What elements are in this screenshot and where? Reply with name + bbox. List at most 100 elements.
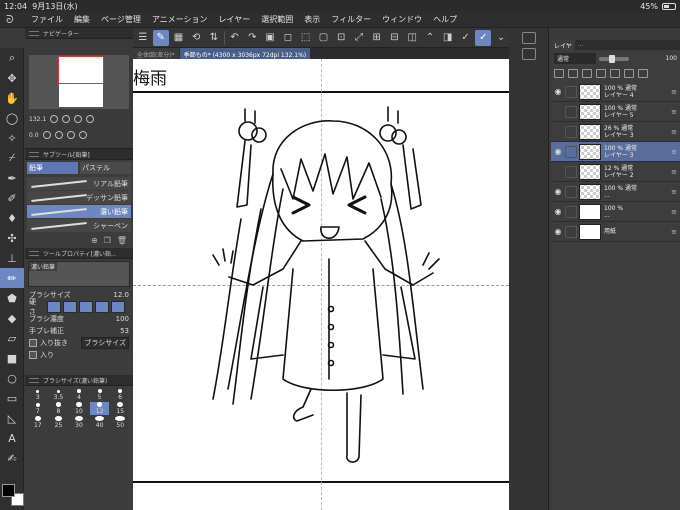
grip-icon[interactable]: [29, 377, 39, 383]
menu-window[interactable]: ウィンドウ: [382, 14, 422, 25]
snap-icon[interactable]: ⊟: [387, 30, 403, 46]
layer-row[interactable]: 26 % 通常 レイヤー 3 ≡: [551, 122, 680, 142]
layer-row[interactable]: 100 % 通常 レイヤー 5 ≡: [551, 102, 680, 122]
layer-row[interactable]: ◉ 用紙 ≡: [551, 222, 680, 242]
layer-menu-icon[interactable]: ≡: [671, 128, 677, 136]
transform-tool-icon[interactable]: ✣: [0, 228, 24, 248]
app-logo-icon[interactable]: ᘐ: [6, 13, 20, 26]
stabilization-value[interactable]: 53: [120, 327, 129, 335]
brush-size-preset[interactable]: 6: [110, 388, 130, 401]
layer-lock-toggle[interactable]: [565, 125, 577, 138]
eyedropper-icon[interactable]: ⌿: [0, 148, 24, 168]
menu-view[interactable]: 表示: [304, 14, 320, 25]
menu-edit[interactable]: 編集: [74, 14, 90, 25]
layer-lock-toggle[interactable]: [565, 145, 577, 158]
document-tab-overview[interactable]: 全体図(差分)*: [133, 48, 179, 59]
brush-size-preset[interactable]: 7: [28, 402, 48, 415]
grip-icon[interactable]: [29, 30, 39, 36]
subtool-real-pencil[interactable]: リアル鉛筆: [27, 177, 131, 190]
ruler-icon[interactable]: ◫: [404, 30, 420, 46]
layer-menu-icon[interactable]: ≡: [671, 208, 677, 216]
eye-icon[interactable]: ◉: [551, 87, 565, 96]
opacity-value[interactable]: 100: [666, 55, 677, 62]
panel-toggle-icon[interactable]: [521, 32, 536, 44]
eraser-icon[interactable]: ▱: [0, 328, 24, 348]
eye-icon[interactable]: ◉: [551, 187, 565, 196]
grip-icon[interactable]: [29, 151, 39, 157]
layer-menu-icon[interactable]: ≡: [671, 148, 677, 156]
layer-lock-toggle[interactable]: [565, 165, 577, 178]
hand-icon[interactable]: ✋: [0, 88, 24, 108]
rotate-left-icon[interactable]: [42, 131, 51, 139]
check-icon[interactable]: ✓: [458, 30, 474, 46]
density-value[interactable]: 100: [116, 315, 129, 323]
hardness-row[interactable]: 硬さ: [25, 298, 133, 316]
taper-select[interactable]: ブラシサイズ: [81, 337, 129, 349]
text-icon[interactable]: A: [0, 428, 24, 448]
save-icon[interactable]: ▣: [262, 30, 278, 46]
scale-icon[interactable]: ⤢: [351, 30, 367, 46]
brush-size-preset[interactable]: 15: [110, 402, 130, 415]
undo-icon[interactable]: ↶: [227, 30, 243, 46]
brush-size-preset[interactable]: 10: [69, 402, 89, 415]
balloon-icon[interactable]: ✍: [0, 448, 24, 468]
canvas-area[interactable]: 全体図(差分)* 季節もの* (4300 x 3036px 72dpi 132.…: [133, 48, 509, 510]
pencil-icon[interactable]: ✏: [0, 268, 24, 288]
brush-size-preset[interactable]: 5: [90, 388, 110, 401]
layer-menu-icon[interactable]: ≡: [671, 88, 677, 96]
hamburger-icon[interactable]: ☰: [135, 30, 151, 46]
layer-lock-toggle[interactable]: [565, 85, 577, 98]
menu-file[interactable]: ファイル: [31, 14, 63, 25]
layer-menu-icon[interactable]: ≡: [671, 168, 677, 176]
fill-icon[interactable]: ⬟: [0, 288, 24, 308]
clear-icon[interactable]: ◻: [280, 30, 296, 46]
subtool-sketch-pencil[interactable]: デッサン鉛筆: [27, 191, 131, 204]
chevron-icon[interactable]: ⌃: [422, 30, 438, 46]
taper-in-checkbox[interactable]: [29, 351, 37, 359]
invert-selection-icon[interactable]: ▢: [316, 30, 332, 46]
new-layer-icon[interactable]: [596, 69, 606, 78]
subtool-tab-pencil[interactable]: 鉛筆: [27, 162, 78, 174]
clip-icon[interactable]: [554, 69, 564, 78]
tool-property-header[interactable]: ツールプロパティ[濃い鉛...: [25, 248, 133, 259]
brush-size-preset[interactable]: 30: [69, 416, 89, 429]
folder-icon[interactable]: [610, 69, 620, 78]
add-subtool-icon[interactable]: ⊕: [91, 236, 98, 245]
zoom-in-icon[interactable]: [62, 115, 71, 123]
menu-selection[interactable]: 選択範囲: [261, 14, 293, 25]
navigator-header[interactable]: ナビゲーター: [25, 28, 133, 39]
hardness-levels[interactable]: [43, 300, 129, 314]
rotate-right-icon[interactable]: [54, 131, 63, 139]
move-icon[interactable]: ✥: [0, 68, 24, 88]
layer-menu-icon[interactable]: ≡: [671, 228, 677, 236]
layer-lock-toggle[interactable]: [565, 105, 577, 118]
brush-size-preset[interactable]: 3: [28, 388, 48, 401]
brush-icon[interactable]: ✐: [0, 188, 24, 208]
brush-size-preset[interactable]: 3.5: [49, 388, 69, 401]
menu-animation[interactable]: アニメーション: [152, 14, 208, 25]
density-row[interactable]: ブラシ濃度 100: [25, 313, 133, 325]
panel-toggle-icon[interactable]: [521, 48, 536, 60]
document-tab-seasonal[interactable]: 季節もの* (4300 x 3036px 72dpi 132.1%): [179, 48, 311, 59]
gradient-icon[interactable]: ■: [0, 348, 24, 368]
subtool-header[interactable]: サブツール[鉛筆]: [25, 149, 133, 160]
eye-icon[interactable]: ◉: [551, 227, 565, 236]
subtool-dark-pencil[interactable]: 濃い鉛筆: [27, 205, 131, 218]
layer-row[interactable]: ◉ 100 % 通常... ≡: [551, 182, 680, 202]
brush-size-header[interactable]: ブラシサイズ(濃い鉛筆): [25, 375, 133, 386]
color-chip[interactable]: [2, 484, 24, 506]
blend-mode-select[interactable]: 通常: [554, 53, 596, 64]
foreground-color-swatch[interactable]: [2, 484, 15, 497]
menu-layer[interactable]: レイヤー: [219, 14, 251, 25]
brush-size-preset[interactable]: 25: [49, 416, 69, 429]
subtool-mechanical-pencil[interactable]: シャーペン: [27, 219, 131, 232]
ruler-tool-icon[interactable]: ◺: [0, 408, 24, 428]
magic-wand-icon[interactable]: ✧: [0, 128, 24, 148]
ink-icon[interactable]: ♦: [0, 208, 24, 228]
redo-icon[interactable]: ↷: [244, 30, 260, 46]
pen-mode-icon[interactable]: ✓: [475, 29, 492, 46]
airbrush-icon[interactable]: ⊥: [0, 248, 24, 268]
ref-layer-icon[interactable]: [568, 69, 578, 78]
zoom-icon[interactable]: ⌕: [0, 48, 24, 68]
taper-checkbox[interactable]: [29, 339, 37, 347]
